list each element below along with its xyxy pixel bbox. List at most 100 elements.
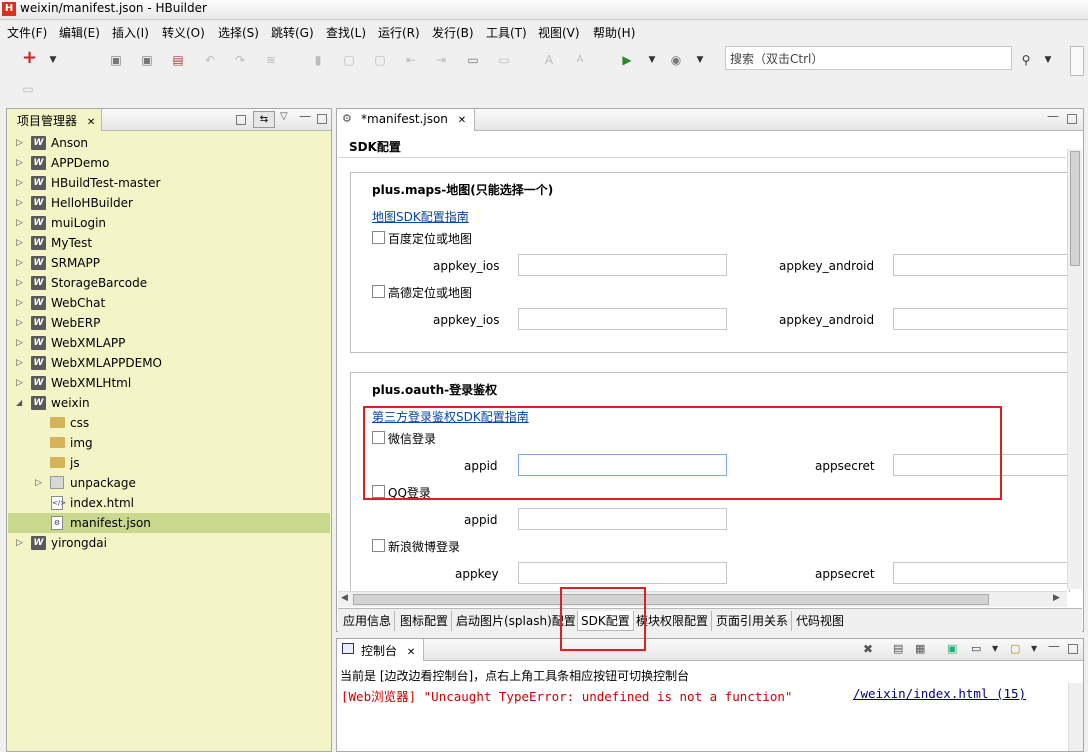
maximize-icon[interactable] bbox=[1068, 644, 1078, 654]
tree-item-appdemo[interactable]: ▷ W APPDemo bbox=[8, 153, 330, 173]
minimize-icon[interactable]: — bbox=[1047, 109, 1059, 123]
menu-publish[interactable]: 发行(B) bbox=[432, 24, 474, 41]
vertical-scrollbar[interactable] bbox=[1067, 149, 1082, 589]
minimize-icon[interactable]: — bbox=[1048, 639, 1060, 653]
weixin-appid-input[interactable] bbox=[518, 454, 727, 476]
word-wrap-icon[interactable]: ▦ bbox=[915, 642, 925, 655]
expand-arrow-icon[interactable]: ▷ bbox=[16, 333, 26, 353]
tab-sdk-config[interactable]: SDK配置 bbox=[577, 611, 634, 631]
expand-arrow-icon[interactable]: ▷ bbox=[16, 373, 26, 393]
run-browser-icon[interactable]: ▶ bbox=[620, 53, 634, 67]
expand-arrow-icon[interactable]: ▷ bbox=[35, 473, 45, 493]
tab-page-reference[interactable]: 页面引用关系 bbox=[713, 611, 793, 631]
perspective-icon[interactable] bbox=[1070, 46, 1084, 76]
open-console-icon[interactable]: ▢ bbox=[1010, 642, 1020, 655]
tree-item-webchat[interactable]: ▷ W WebChat bbox=[8, 293, 330, 313]
menu-file[interactable]: 文件(F) bbox=[7, 24, 47, 41]
clear-console-icon[interactable]: ✖ bbox=[863, 642, 873, 656]
weibo-appsecret-input[interactable] bbox=[893, 562, 1069, 584]
bookmark-icon[interactable]: ▮ bbox=[311, 53, 325, 67]
tab-splash-config[interactable]: 启动图片(splash)配置 bbox=[453, 611, 580, 631]
console-scrollbar[interactable] bbox=[1068, 683, 1083, 751]
editor-tab-manifest[interactable]: ⚙ *manifest.json ✕ bbox=[337, 109, 476, 131]
menu-run[interactable]: 运行(R) bbox=[378, 24, 420, 41]
tree-item-hellohbuilder[interactable]: ▷ W HelloHBuilder bbox=[8, 193, 330, 213]
baidu-appkey-ios-input[interactable] bbox=[518, 254, 727, 276]
close-file-icon[interactable]: ▤ bbox=[171, 53, 185, 67]
weixin-checkbox[interactable] bbox=[372, 431, 385, 444]
view-icon[interactable]: ◉ bbox=[669, 53, 683, 67]
close-icon[interactable]: ✕ bbox=[407, 647, 415, 658]
view-dropdown-icon[interactable]: ▼ bbox=[693, 53, 707, 67]
horizontal-scroll-thumb[interactable] bbox=[353, 594, 989, 605]
expand-arrow-icon[interactable]: ▷ bbox=[16, 353, 26, 373]
tree-item-muilogin[interactable]: ▷ W muiLogin bbox=[8, 213, 330, 233]
qq-checkbox[interactable] bbox=[372, 485, 385, 498]
display-console-icon[interactable]: ▭ bbox=[971, 642, 981, 655]
open-dropdown-icon[interactable]: ▼ bbox=[1031, 644, 1037, 653]
menu-edit[interactable]: 编辑(E) bbox=[59, 24, 100, 41]
gaode-appkey-android-input[interactable] bbox=[893, 308, 1069, 330]
nav-icon-1[interactable]: ▢ bbox=[342, 53, 356, 67]
expand-arrow-icon[interactable]: ▷ bbox=[16, 253, 26, 273]
tree-item-unpackage[interactable]: ▷ unpackage bbox=[8, 473, 330, 493]
menu-escape[interactable]: 转义(O) bbox=[162, 24, 205, 41]
tab-app-info[interactable]: 应用信息 bbox=[340, 611, 396, 631]
tree-item-weixin[interactable]: ◢ W weixin bbox=[8, 393, 330, 413]
tab-code-view[interactable]: 代码视图 bbox=[793, 611, 847, 631]
expand-arrow-icon[interactable]: ▷ bbox=[16, 273, 26, 293]
format-icon[interactable]: ≋ bbox=[264, 53, 278, 67]
expand-arrow-icon[interactable]: ▷ bbox=[16, 293, 26, 313]
tree-item-srmapp[interactable]: ▷ W SRMAPP bbox=[8, 253, 330, 273]
scroll-left-icon[interactable]: ◀ bbox=[341, 593, 348, 603]
expand-arrow-icon[interactable]: ▷ bbox=[16, 213, 26, 233]
redo-icon[interactable]: ↷ bbox=[233, 53, 247, 67]
weibo-checkbox[interactable] bbox=[372, 539, 385, 552]
oauth-guide-link[interactable]: 第三方登录鉴权SDK配置指南 bbox=[372, 408, 529, 425]
weibo-appkey-input[interactable] bbox=[518, 562, 727, 584]
save-icon[interactable]: ▣ bbox=[109, 53, 123, 67]
menu-view[interactable]: 视图(V) bbox=[538, 24, 580, 41]
horizontal-scrollbar[interactable]: ◀ ▶ bbox=[338, 591, 1067, 607]
new-plus-icon[interactable]: + bbox=[22, 49, 37, 67]
project-panel-tab[interactable]: 项目管理器 ✕ bbox=[7, 109, 103, 131]
menu-goto[interactable]: 跳转(G) bbox=[271, 24, 314, 41]
view-menu-icon[interactable]: ▽ bbox=[280, 111, 288, 122]
gaode-appkey-ios-input[interactable] bbox=[518, 308, 727, 330]
new-dropdown-icon[interactable]: ▼ bbox=[46, 53, 60, 67]
close-icon[interactable]: ✕ bbox=[87, 117, 95, 128]
menu-find[interactable]: 查找(L) bbox=[326, 24, 366, 41]
comment-block-icon[interactable]: ▭ bbox=[497, 53, 511, 67]
menu-insert[interactable]: 插入(I) bbox=[112, 24, 149, 41]
font-decrease-icon[interactable]: A bbox=[573, 53, 587, 67]
toolbar-extra-icon[interactable]: ▭ bbox=[21, 82, 35, 96]
font-increase-icon[interactable]: A bbox=[542, 53, 556, 67]
tab-module-permission[interactable]: 模块权限配置 bbox=[633, 611, 713, 631]
run-dropdown-icon[interactable]: ▼ bbox=[645, 53, 659, 67]
tree-item-yirongdai[interactable]: ▷ W yirongdai bbox=[8, 533, 330, 553]
scroll-lock-icon[interactable]: ▤ bbox=[893, 642, 903, 655]
tree-item-anson[interactable]: ▷ W Anson bbox=[8, 133, 330, 153]
collapse-arrow-icon[interactable]: ◢ bbox=[16, 393, 26, 413]
comment-icon[interactable]: ▭ bbox=[466, 53, 480, 67]
expand-arrow-icon[interactable]: ▷ bbox=[16, 153, 26, 173]
pin-console-icon[interactable]: ▣ bbox=[947, 642, 957, 655]
link-editor-icon[interactable]: ⇆ bbox=[253, 111, 275, 128]
tree-item-weberp[interactable]: ▷ W WebERP bbox=[8, 313, 330, 333]
save-all-icon[interactable]: ▣ bbox=[140, 53, 154, 67]
tree-item-manifest-json[interactable]: ⚙ manifest.json bbox=[8, 513, 330, 533]
expand-arrow-icon[interactable]: ▷ bbox=[16, 193, 26, 213]
nav-icon-4[interactable]: ⇥ bbox=[434, 53, 448, 67]
tree-item-webxmlhtml[interactable]: ▷ W WebXMLHtml bbox=[8, 373, 330, 393]
search-input[interactable]: 搜索（双击Ctrl） bbox=[725, 46, 1012, 70]
console-tab[interactable]: 控制台 ✕ bbox=[337, 639, 425, 661]
menu-tools[interactable]: 工具(T) bbox=[486, 24, 527, 41]
maximize-icon[interactable] bbox=[1067, 114, 1077, 124]
tree-item-storagebarcode[interactable]: ▷ W StorageBarcode bbox=[8, 273, 330, 293]
tree-item-mytest[interactable]: ▷ W MyTest bbox=[8, 233, 330, 253]
tree-item-hbuildtest-master[interactable]: ▷ W HBuildTest-master bbox=[8, 173, 330, 193]
search-icon[interactable]: ⚲ bbox=[1019, 53, 1033, 67]
collapse-all-icon[interactable] bbox=[236, 115, 246, 125]
maximize-icon[interactable] bbox=[317, 114, 327, 124]
search-dropdown-icon[interactable]: ▼ bbox=[1041, 53, 1055, 67]
